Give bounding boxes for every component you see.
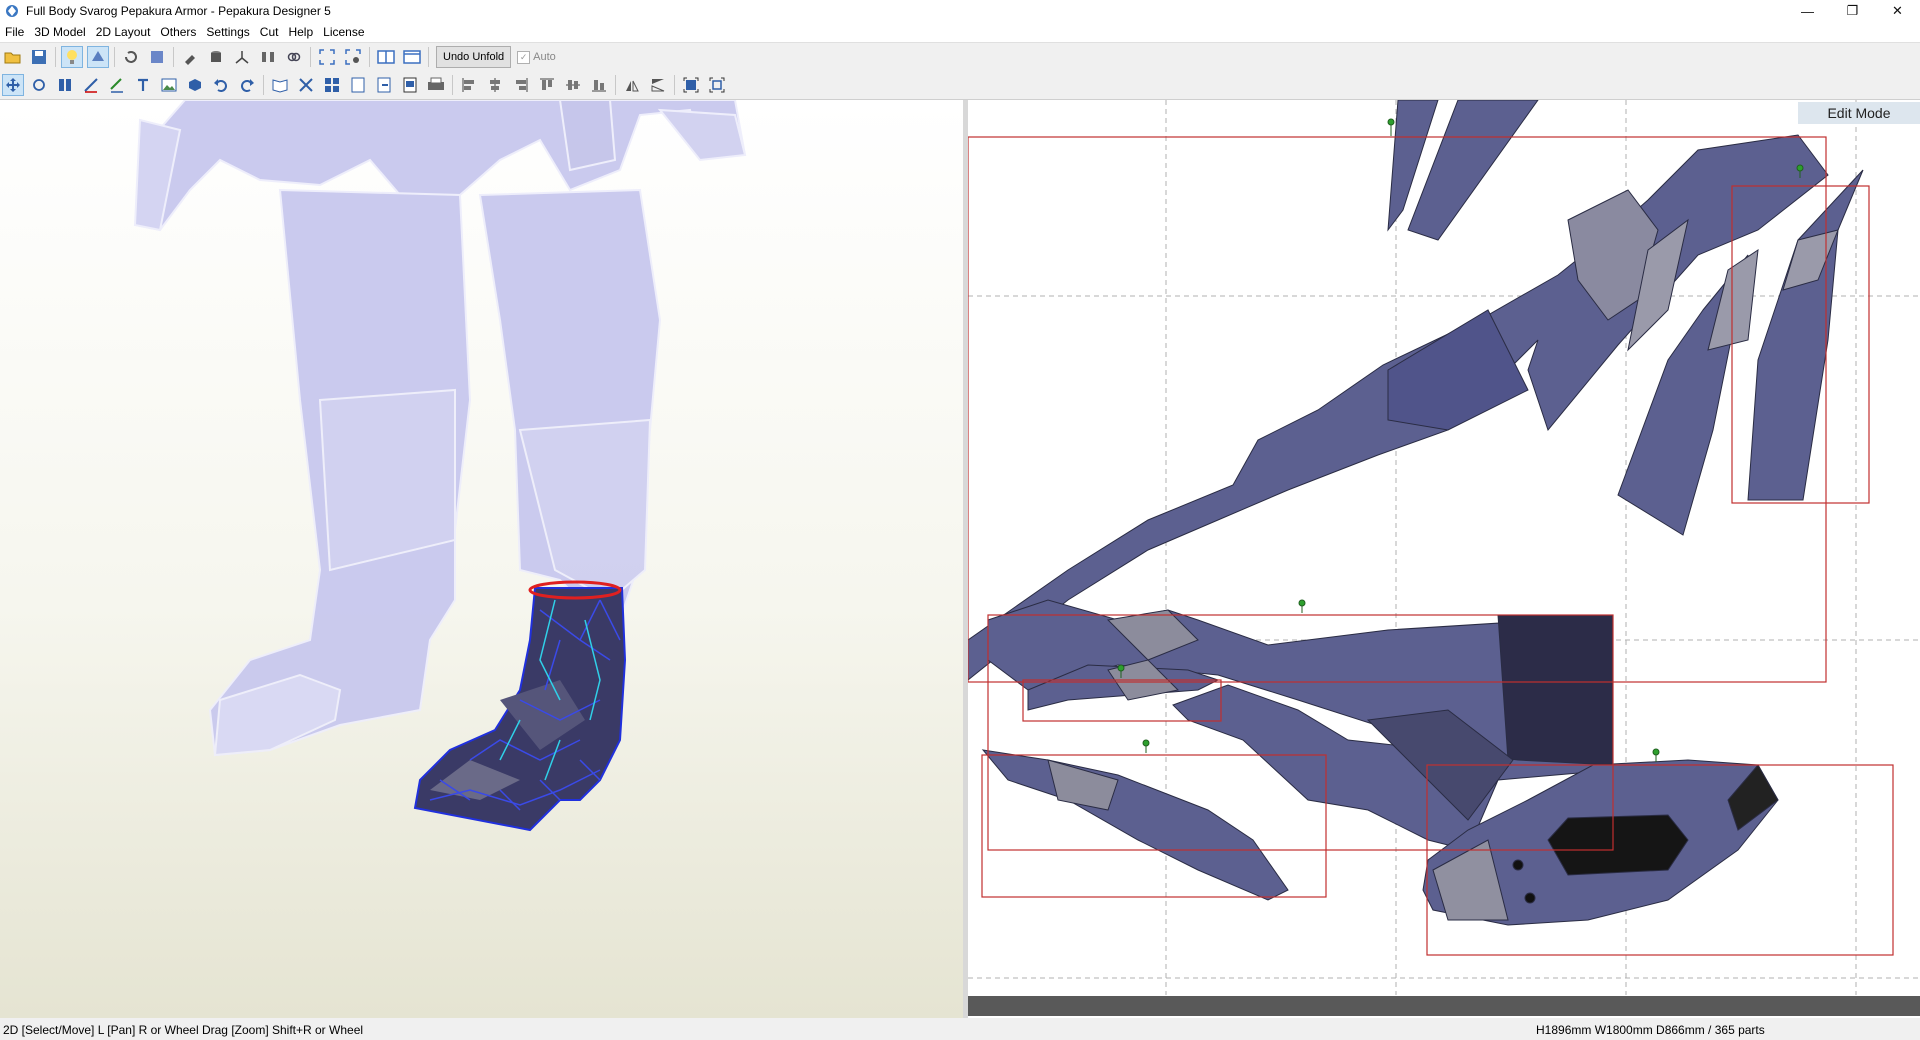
fold-line-icon[interactable] xyxy=(106,74,128,96)
arrange-icon[interactable] xyxy=(295,74,317,96)
join-icon[interactable] xyxy=(54,74,76,96)
print-preview-icon[interactable] xyxy=(399,74,421,96)
status-bar: 2D [Select/Move] L [Pan] R or Wheel Drag… xyxy=(0,1020,1920,1040)
fit-page-icon[interactable] xyxy=(680,74,702,96)
toolbar-separator xyxy=(263,75,264,95)
align-middle-icon[interactable] xyxy=(562,74,584,96)
2d-layout-view[interactable]: Edit Mode xyxy=(968,100,1920,1018)
save-icon[interactable] xyxy=(28,46,50,68)
rotate-part-icon[interactable] xyxy=(28,74,50,96)
menu-settings[interactable]: Settings xyxy=(201,25,254,39)
menu-cut[interactable]: Cut xyxy=(255,25,284,39)
grid-icon[interactable] xyxy=(321,74,343,96)
book-icon[interactable] xyxy=(269,74,291,96)
horizontal-scrollbar[interactable] xyxy=(968,996,1920,1016)
3d-view[interactable] xyxy=(0,100,963,1018)
toolbar-separator xyxy=(55,47,56,67)
toolbar-separator xyxy=(114,47,115,67)
status-hint: 2D [Select/Move] L [Pan] R or Wheel Drag… xyxy=(3,1023,364,1037)
3d-model-canvas[interactable] xyxy=(0,100,963,1018)
main-toolbar: Undo Unfold ✓ Auto xyxy=(0,43,1920,71)
align-right-icon[interactable] xyxy=(510,74,532,96)
rotate-model-icon[interactable] xyxy=(120,46,142,68)
cylinder-icon[interactable] xyxy=(205,46,227,68)
title-bar: Full Body Svarog Pepakura Armor - Pepaku… xyxy=(0,0,1920,22)
flip-v-icon[interactable] xyxy=(647,74,669,96)
light-bulb-icon[interactable] xyxy=(61,46,83,68)
undo-unfold-button[interactable]: Undo Unfold xyxy=(436,46,512,68)
menu-3d-model[interactable]: 3D Model xyxy=(29,25,90,39)
align-bottom-icon[interactable] xyxy=(588,74,610,96)
fit-all-icon[interactable] xyxy=(706,74,728,96)
toolbar-separator xyxy=(173,47,174,67)
toolbar-separator xyxy=(428,47,429,67)
align-left-icon[interactable] xyxy=(458,74,480,96)
active-boot-model[interactable] xyxy=(413,580,627,832)
menu-help[interactable]: Help xyxy=(283,25,318,39)
toolbar-separator xyxy=(674,75,675,95)
toolbar-separator xyxy=(310,47,311,67)
unfold-mode-icon[interactable] xyxy=(87,46,109,68)
page-add-icon[interactable] xyxy=(347,74,369,96)
unfolded-parts[interactable] xyxy=(968,100,1864,926)
texture-icon[interactable] xyxy=(146,46,168,68)
box-icon[interactable] xyxy=(184,74,206,96)
align-top-icon[interactable] xyxy=(536,74,558,96)
image-icon[interactable] xyxy=(158,74,180,96)
menu-others[interactable]: Others xyxy=(155,25,201,39)
text-icon[interactable] xyxy=(132,74,154,96)
flip-h-icon[interactable] xyxy=(621,74,643,96)
ghost-armor xyxy=(133,100,747,757)
auto-checkbox[interactable]: ✓ Auto xyxy=(517,50,556,64)
edge-icon[interactable] xyxy=(80,74,102,96)
link-icon[interactable] xyxy=(283,46,305,68)
single-view-icon[interactable] xyxy=(401,46,423,68)
app-logo-icon xyxy=(6,5,18,17)
menu-license[interactable]: License xyxy=(318,25,369,39)
window-title: Full Body Svarog Pepakura Armor - Pepaku… xyxy=(26,4,331,18)
paint-icon[interactable] xyxy=(179,46,201,68)
settings-view-icon[interactable] xyxy=(342,46,364,68)
close-button[interactable]: ✕ xyxy=(1875,0,1920,22)
menu-file[interactable]: File xyxy=(0,25,29,39)
auto-label: Auto xyxy=(533,51,556,63)
toolbar-separator xyxy=(615,75,616,95)
toolbar-separator xyxy=(369,47,370,67)
align-center-icon[interactable] xyxy=(484,74,506,96)
page-export-icon[interactable] xyxy=(373,74,395,96)
toolbar-separator xyxy=(452,75,453,95)
mirror-icon[interactable] xyxy=(257,46,279,68)
menu-2d-layout[interactable]: 2D Layout xyxy=(91,25,156,39)
layout-toolbar xyxy=(0,71,1920,100)
checkmark-icon: ✓ xyxy=(517,50,531,64)
open-icon[interactable] xyxy=(2,46,24,68)
select-move-icon[interactable] xyxy=(2,74,24,96)
axis-icon[interactable] xyxy=(231,46,253,68)
fit-view-icon[interactable] xyxy=(316,46,338,68)
restore-button[interactable]: ❐ xyxy=(1830,0,1875,22)
redo-icon[interactable] xyxy=(236,74,258,96)
edit-mode-label: Edit Mode xyxy=(1798,102,1920,124)
status-dimensions: H1896mm W1800mm D866mm / 365 parts xyxy=(1536,1023,1765,1037)
menu-bar: File 3D Model 2D Layout Others Settings … xyxy=(0,22,1920,43)
undo-icon[interactable] xyxy=(210,74,232,96)
print-icon[interactable] xyxy=(425,74,447,96)
minimize-button[interactable]: — xyxy=(1785,0,1830,22)
2d-layout-canvas[interactable] xyxy=(968,100,1920,1018)
split-view-icon[interactable] xyxy=(375,46,397,68)
